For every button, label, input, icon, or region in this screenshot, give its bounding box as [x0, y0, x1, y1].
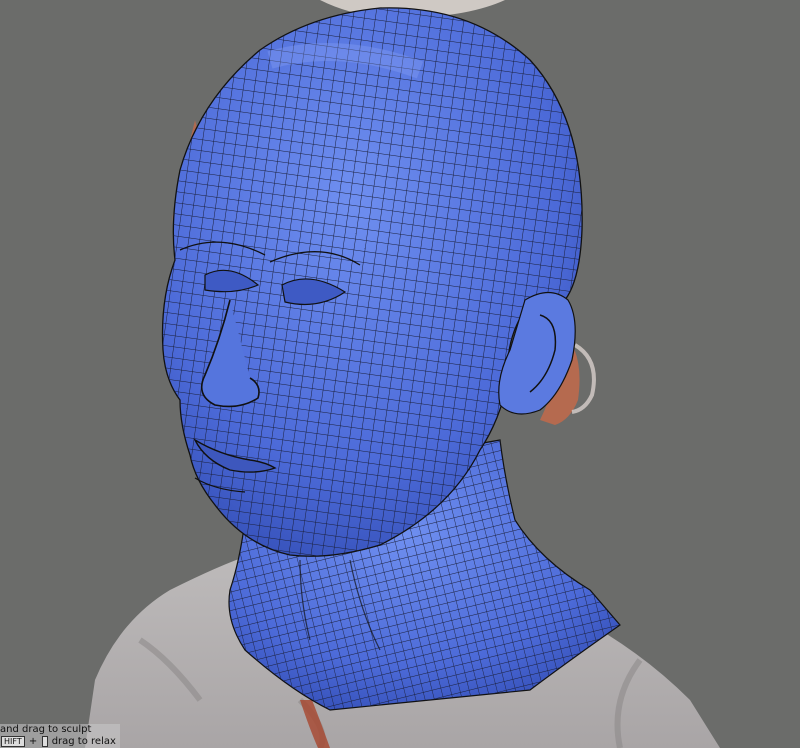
- hint-sculpt: and drag to sculpt: [0, 724, 120, 736]
- hint-plus: +: [28, 736, 38, 747]
- hint-sculpt-text: and drag to sculpt: [0, 724, 92, 735]
- shift-key: HIFT: [1, 736, 25, 747]
- mouse-button-icon: ‌: [41, 736, 48, 747]
- 3d-viewport[interactable]: [0, 0, 800, 748]
- hint-relax-text: drag to relax: [51, 736, 116, 747]
- viewport-canvas[interactable]: [0, 0, 800, 748]
- control-hints: and drag to sculpt HIFT + ‌ drag to rela…: [0, 724, 120, 748]
- hint-relax: HIFT + ‌ drag to relax: [0, 736, 120, 748]
